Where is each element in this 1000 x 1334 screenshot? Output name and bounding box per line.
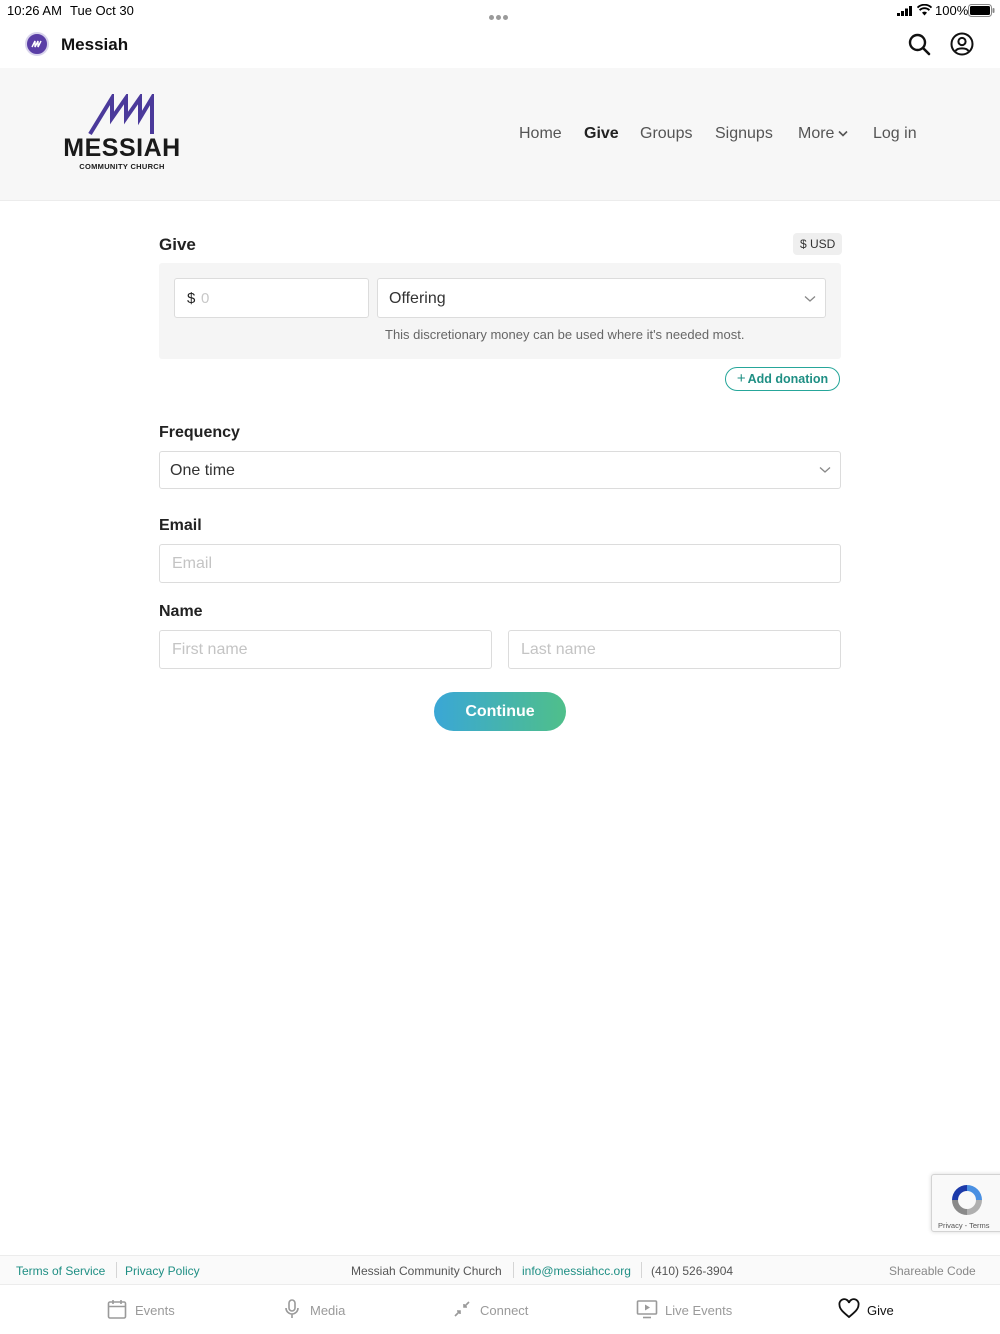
- nav-home[interactable]: Home: [519, 125, 562, 143]
- battery-icon: [968, 4, 995, 17]
- tab-live-events-label: Live Events: [665, 1303, 733, 1318]
- tab-media-label: Media: [310, 1303, 346, 1318]
- privacy-link[interactable]: Privacy Policy: [125, 1264, 200, 1278]
- dollar-symbol: $: [187, 290, 196, 307]
- footer-email-link[interactable]: info@messiahcc.org: [522, 1264, 631, 1278]
- status-time: 10:26 AM: [7, 3, 62, 18]
- nav-groups[interactable]: Groups: [640, 125, 692, 143]
- nav-login[interactable]: Log in: [873, 125, 917, 143]
- church-logo-mark-icon: [88, 94, 154, 136]
- email-label: Email: [159, 517, 202, 534]
- chevron-down-icon: [838, 131, 849, 137]
- first-name-field[interactable]: [159, 630, 492, 669]
- tab-events-label: Events: [135, 1303, 175, 1318]
- logo-subtitle: COMMUNITY CHURCH: [79, 162, 165, 171]
- nav-more[interactable]: More: [798, 125, 849, 143]
- church-logo[interactable]: MESSIAH COMMUNITY CHURCH: [60, 94, 184, 172]
- donation-panel: $ 0 Offering This discretionary money ca…: [159, 263, 841, 359]
- fund-select[interactable]: Offering: [377, 278, 826, 318]
- heart-icon: [838, 1298, 860, 1319]
- wifi-icon: [917, 4, 932, 16]
- nav-more-label: More: [798, 125, 835, 142]
- video-screen-icon: [636, 1300, 658, 1319]
- logo-wordmark: MESSIAH: [63, 134, 181, 162]
- fund-description: This discretionary money can be used whe…: [385, 327, 745, 342]
- email-field[interactable]: [159, 544, 841, 583]
- terms-link[interactable]: Terms of Service: [16, 1264, 105, 1278]
- plus-icon: +: [736, 370, 746, 387]
- account-icon[interactable]: [950, 32, 974, 56]
- chevron-down-icon: [819, 467, 831, 473]
- tab-media[interactable]: Media: [281, 1298, 351, 1322]
- shareable-code-link[interactable]: Shareable Code: [889, 1264, 976, 1278]
- currency-selector[interactable]: $ USD: [793, 233, 843, 255]
- amount-placeholder: 0: [201, 290, 210, 307]
- frequency-select-value: One time: [170, 462, 235, 479]
- cellular-signal-icon: [897, 6, 912, 16]
- tab-live-events[interactable]: Live Events: [636, 1298, 741, 1322]
- add-donation-label: Add donation: [747, 372, 829, 386]
- tab-connect[interactable]: Connect: [451, 1298, 536, 1322]
- frequency-select[interactable]: One time: [159, 451, 841, 489]
- search-icon[interactable]: [907, 32, 931, 56]
- tab-give-label: Give: [867, 1303, 894, 1318]
- tab-bar: Events Media Connect Live Events Give: [0, 1286, 1000, 1334]
- recaptcha-badge[interactable]: Privacy - Terms: [931, 1174, 1000, 1232]
- footer-org-name: Messiah Community Church: [351, 1264, 502, 1278]
- nav-signups[interactable]: Signups: [715, 125, 773, 143]
- connect-arrows-icon: [454, 1301, 470, 1317]
- tab-give[interactable]: Give: [838, 1298, 898, 1322]
- app-bar: Messiah: [0, 22, 1000, 68]
- tab-connect-label: Connect: [480, 1303, 529, 1318]
- footer-divider: [116, 1262, 117, 1278]
- recaptcha-icon: [952, 1185, 982, 1215]
- chevron-down-icon: [804, 296, 816, 302]
- app-title: Messiah: [61, 35, 129, 54]
- site-header: MESSIAH COMMUNITY CHURCH Home Give Group…: [0, 68, 1000, 201]
- name-label: Name: [159, 603, 203, 620]
- app-logo-icon: [25, 32, 49, 56]
- last-name-field[interactable]: [508, 630, 841, 669]
- add-donation-button[interactable]: + Add donation: [725, 367, 840, 391]
- footer-divider: [641, 1262, 642, 1278]
- microphone-icon: [285, 1299, 299, 1318]
- status-bar: 10:26 AM Tue Oct 30 100%: [0, 0, 1000, 22]
- tab-events[interactable]: Events: [106, 1298, 186, 1322]
- give-heading: Give: [159, 235, 196, 254]
- multitasking-dots-icon[interactable]: [489, 8, 511, 20]
- fund-select-value: Offering: [389, 290, 446, 307]
- calendar-icon: [107, 1300, 127, 1319]
- recaptcha-links[interactable]: Privacy - Terms: [938, 1221, 990, 1230]
- status-date: Tue Oct 30: [70, 3, 134, 18]
- frequency-label: Frequency: [159, 424, 240, 441]
- battery-percent: 100%: [935, 3, 969, 18]
- footer-divider: [513, 1262, 514, 1278]
- footer-phone[interactable]: (410) 526-3904: [651, 1264, 733, 1278]
- nav-give[interactable]: Give: [584, 125, 619, 143]
- amount-input[interactable]: $ 0: [174, 278, 369, 318]
- site-footer: Terms of Service Privacy Policy Messiah …: [0, 1255, 1000, 1285]
- continue-button[interactable]: Continue: [434, 692, 566, 731]
